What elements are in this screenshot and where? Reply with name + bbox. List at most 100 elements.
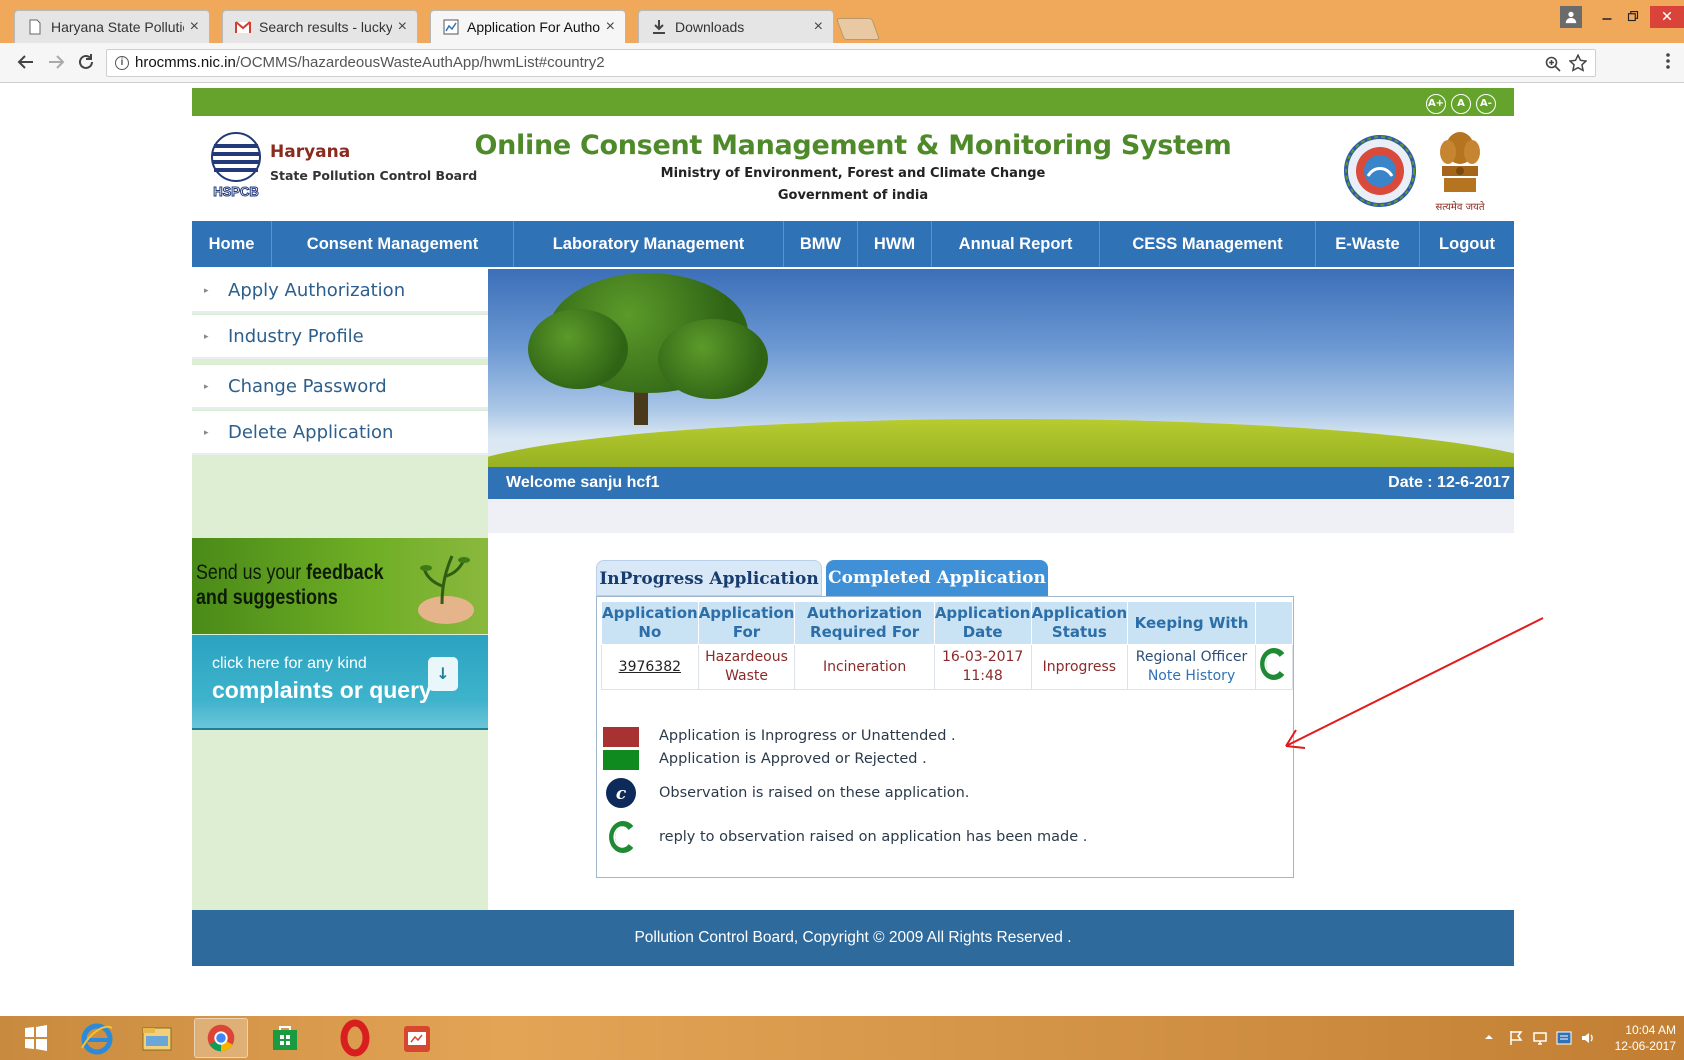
site-info-icon[interactable]: i [115, 56, 129, 70]
clock-time: 10:04 AM [1625, 1023, 1676, 1037]
file-explorer-icon[interactable] [130, 1018, 184, 1058]
bullet-icon: ▸ [204, 332, 209, 342]
nav-hwm[interactable]: HWM [858, 221, 932, 267]
new-tab-button[interactable] [835, 18, 881, 40]
nav-consent-management[interactable]: Consent Management [272, 221, 514, 267]
top-green-bar: A+ A A- [192, 88, 1514, 116]
sidebar-item-label: Apply Authorization [228, 280, 406, 301]
col-application-no: Application No [601, 601, 699, 645]
government-name: Government of india [777, 188, 929, 203]
nav-home[interactable]: Home [192, 221, 272, 267]
down-arrow-icon[interactable]: ↓ [428, 657, 458, 691]
hero-banner [488, 269, 1514, 469]
menu-icon[interactable] [1664, 51, 1672, 75]
clock-date: 12-06-2017 [1614, 1039, 1676, 1053]
environment-ministry-emblem [1342, 126, 1418, 216]
legend-text: Application is Approved or Rejected . [659, 751, 927, 767]
legend-swatch-green [603, 750, 639, 770]
welcome-text: Welcome sanju hcf1 [506, 474, 660, 491]
start-button[interactable] [8, 1018, 62, 1058]
address-bar[interactable]: i hrocmms.nic.in/OCMMS/hazardeousWasteAu… [106, 49, 1596, 77]
close-tab-icon[interactable]: × [398, 18, 407, 36]
user-profile-icon[interactable] [1560, 6, 1582, 28]
bookmark-star-icon[interactable] [1568, 53, 1588, 81]
welcome-bar: Welcome sanju hcf1 Date : 12-6-2017 [488, 467, 1514, 499]
sidebar-item-label: Change Password [228, 376, 387, 397]
close-tab-icon[interactable]: × [814, 18, 823, 36]
show-hidden-icons-icon[interactable] [1484, 1030, 1494, 1046]
language-icon[interactable] [1556, 1030, 1572, 1050]
tab-inprogress-application[interactable]: InProgress Application [596, 560, 822, 596]
main-nav: Home Consent Management Laboratory Manag… [192, 221, 1514, 267]
sidebar-item-delete-application[interactable]: ▸ Delete Application [192, 411, 488, 455]
windows-taskbar: 10:04 AM 12-06-2017 [0, 1016, 1684, 1060]
back-icon[interactable] [16, 52, 36, 76]
minimize-icon[interactable] [1596, 6, 1618, 28]
legend-swatch-red [603, 727, 639, 747]
note-history-link[interactable]: Note History [1128, 667, 1255, 686]
browser-tab-application[interactable]: Application For Authoriz × [430, 10, 626, 43]
volume-icon[interactable] [1580, 1030, 1596, 1050]
network-icon[interactable] [1532, 1030, 1548, 1050]
zoom-icon[interactable] [1545, 55, 1561, 81]
nav-logout[interactable]: Logout [1420, 221, 1514, 267]
col-application-for: Application For [697, 601, 796, 645]
table-header-row: Application No Application For Authoriza… [601, 601, 1294, 645]
internet-explorer-icon[interactable] [70, 1018, 124, 1058]
download-icon [653, 20, 665, 34]
svg-text:c: c [616, 784, 627, 804]
flag-icon[interactable] [1508, 1030, 1524, 1050]
nav-annual-report[interactable]: Annual Report [932, 221, 1100, 267]
web-page: A+ A A- HSPCB Haryana State Pollution Co… [0, 84, 1684, 1016]
sidebar-item-label: Industry Profile [228, 326, 364, 347]
reply-c-icon [609, 821, 634, 853]
bullet-icon: ▸ [204, 382, 209, 392]
font-decrease-button[interactable]: A- [1476, 94, 1496, 114]
sidebar-item-industry-profile[interactable]: ▸ Industry Profile [192, 315, 488, 359]
complaints-banner[interactable]: click here for any kind complaints or qu… [192, 635, 488, 730]
legend-text: Application is Inprogress or Unattended … [659, 728, 956, 744]
feedback-banner[interactable]: Send us your feedback and suggestions [192, 538, 488, 634]
observation-c-icon: c [606, 778, 636, 808]
url-path: /OCMMS/hazardeousWasteAuthApp/hwmList#co… [235, 54, 605, 71]
sidebar-item-change-password[interactable]: ▸ Change Password [192, 365, 488, 409]
tab-label: Search results - luckysan [259, 19, 392, 35]
annotation-arrow [1285, 617, 1544, 749]
emblem-caption: सत्यमेव जयते [1435, 201, 1484, 213]
chrome-icon[interactable] [194, 1018, 248, 1058]
taskbar-clock[interactable]: 10:04 AM 12-06-2017 [1615, 1022, 1676, 1054]
page-icon [29, 19, 41, 35]
close-window-icon[interactable] [1650, 6, 1684, 28]
site-header: HSPCB Haryana State Pollution Control Bo… [192, 116, 1514, 221]
browser-tab-gmail[interactable]: Search results - luckysan × [222, 10, 418, 43]
tree-crown [658, 319, 768, 399]
bullet-icon: ▸ [204, 428, 209, 438]
nav-e-waste[interactable]: E-Waste [1316, 221, 1420, 267]
font-increase-button[interactable]: A+ [1426, 94, 1446, 114]
browser-tab-downloads[interactable]: Downloads × [638, 10, 834, 43]
tab-completed-application[interactable]: Completed Application [826, 560, 1048, 596]
presentation-app-icon[interactable] [390, 1018, 444, 1058]
sidebar-item-apply-authorization[interactable]: ▸ Apply Authorization [192, 269, 488, 313]
nav-laboratory-management[interactable]: Laboratory Management [514, 221, 784, 267]
restore-icon[interactable] [1622, 6, 1644, 28]
forward-icon[interactable] [46, 52, 66, 76]
grass-hill [488, 419, 1514, 469]
col-authorization-required-for: Authorization Required For [794, 601, 935, 645]
sidebar-item-label: Delete Application [228, 422, 394, 443]
site-footer: Pollution Control Board, Copyright © 200… [192, 910, 1514, 966]
reload-icon[interactable] [76, 52, 96, 76]
authorization-for-cell: Incineration [794, 644, 935, 690]
legend-text: reply to observation raised on applicati… [659, 829, 1088, 845]
browser-tab-hspcb[interactable]: Haryana State Pollution ( × [14, 10, 210, 43]
font-default-button[interactable]: A [1451, 94, 1471, 114]
tab-label: Application For Authoriz [467, 19, 600, 35]
application-panel: Application No Application For Authoriza… [596, 596, 1294, 878]
opera-icon[interactable] [328, 1018, 382, 1058]
nav-bmw[interactable]: BMW [784, 221, 858, 267]
store-icon[interactable] [258, 1018, 312, 1058]
close-tab-icon[interactable]: × [190, 18, 199, 36]
close-tab-icon[interactable]: × [606, 18, 615, 36]
application-number-link[interactable]: 3976382 [601, 644, 699, 690]
nav-cess-management[interactable]: CESS Management [1100, 221, 1316, 267]
